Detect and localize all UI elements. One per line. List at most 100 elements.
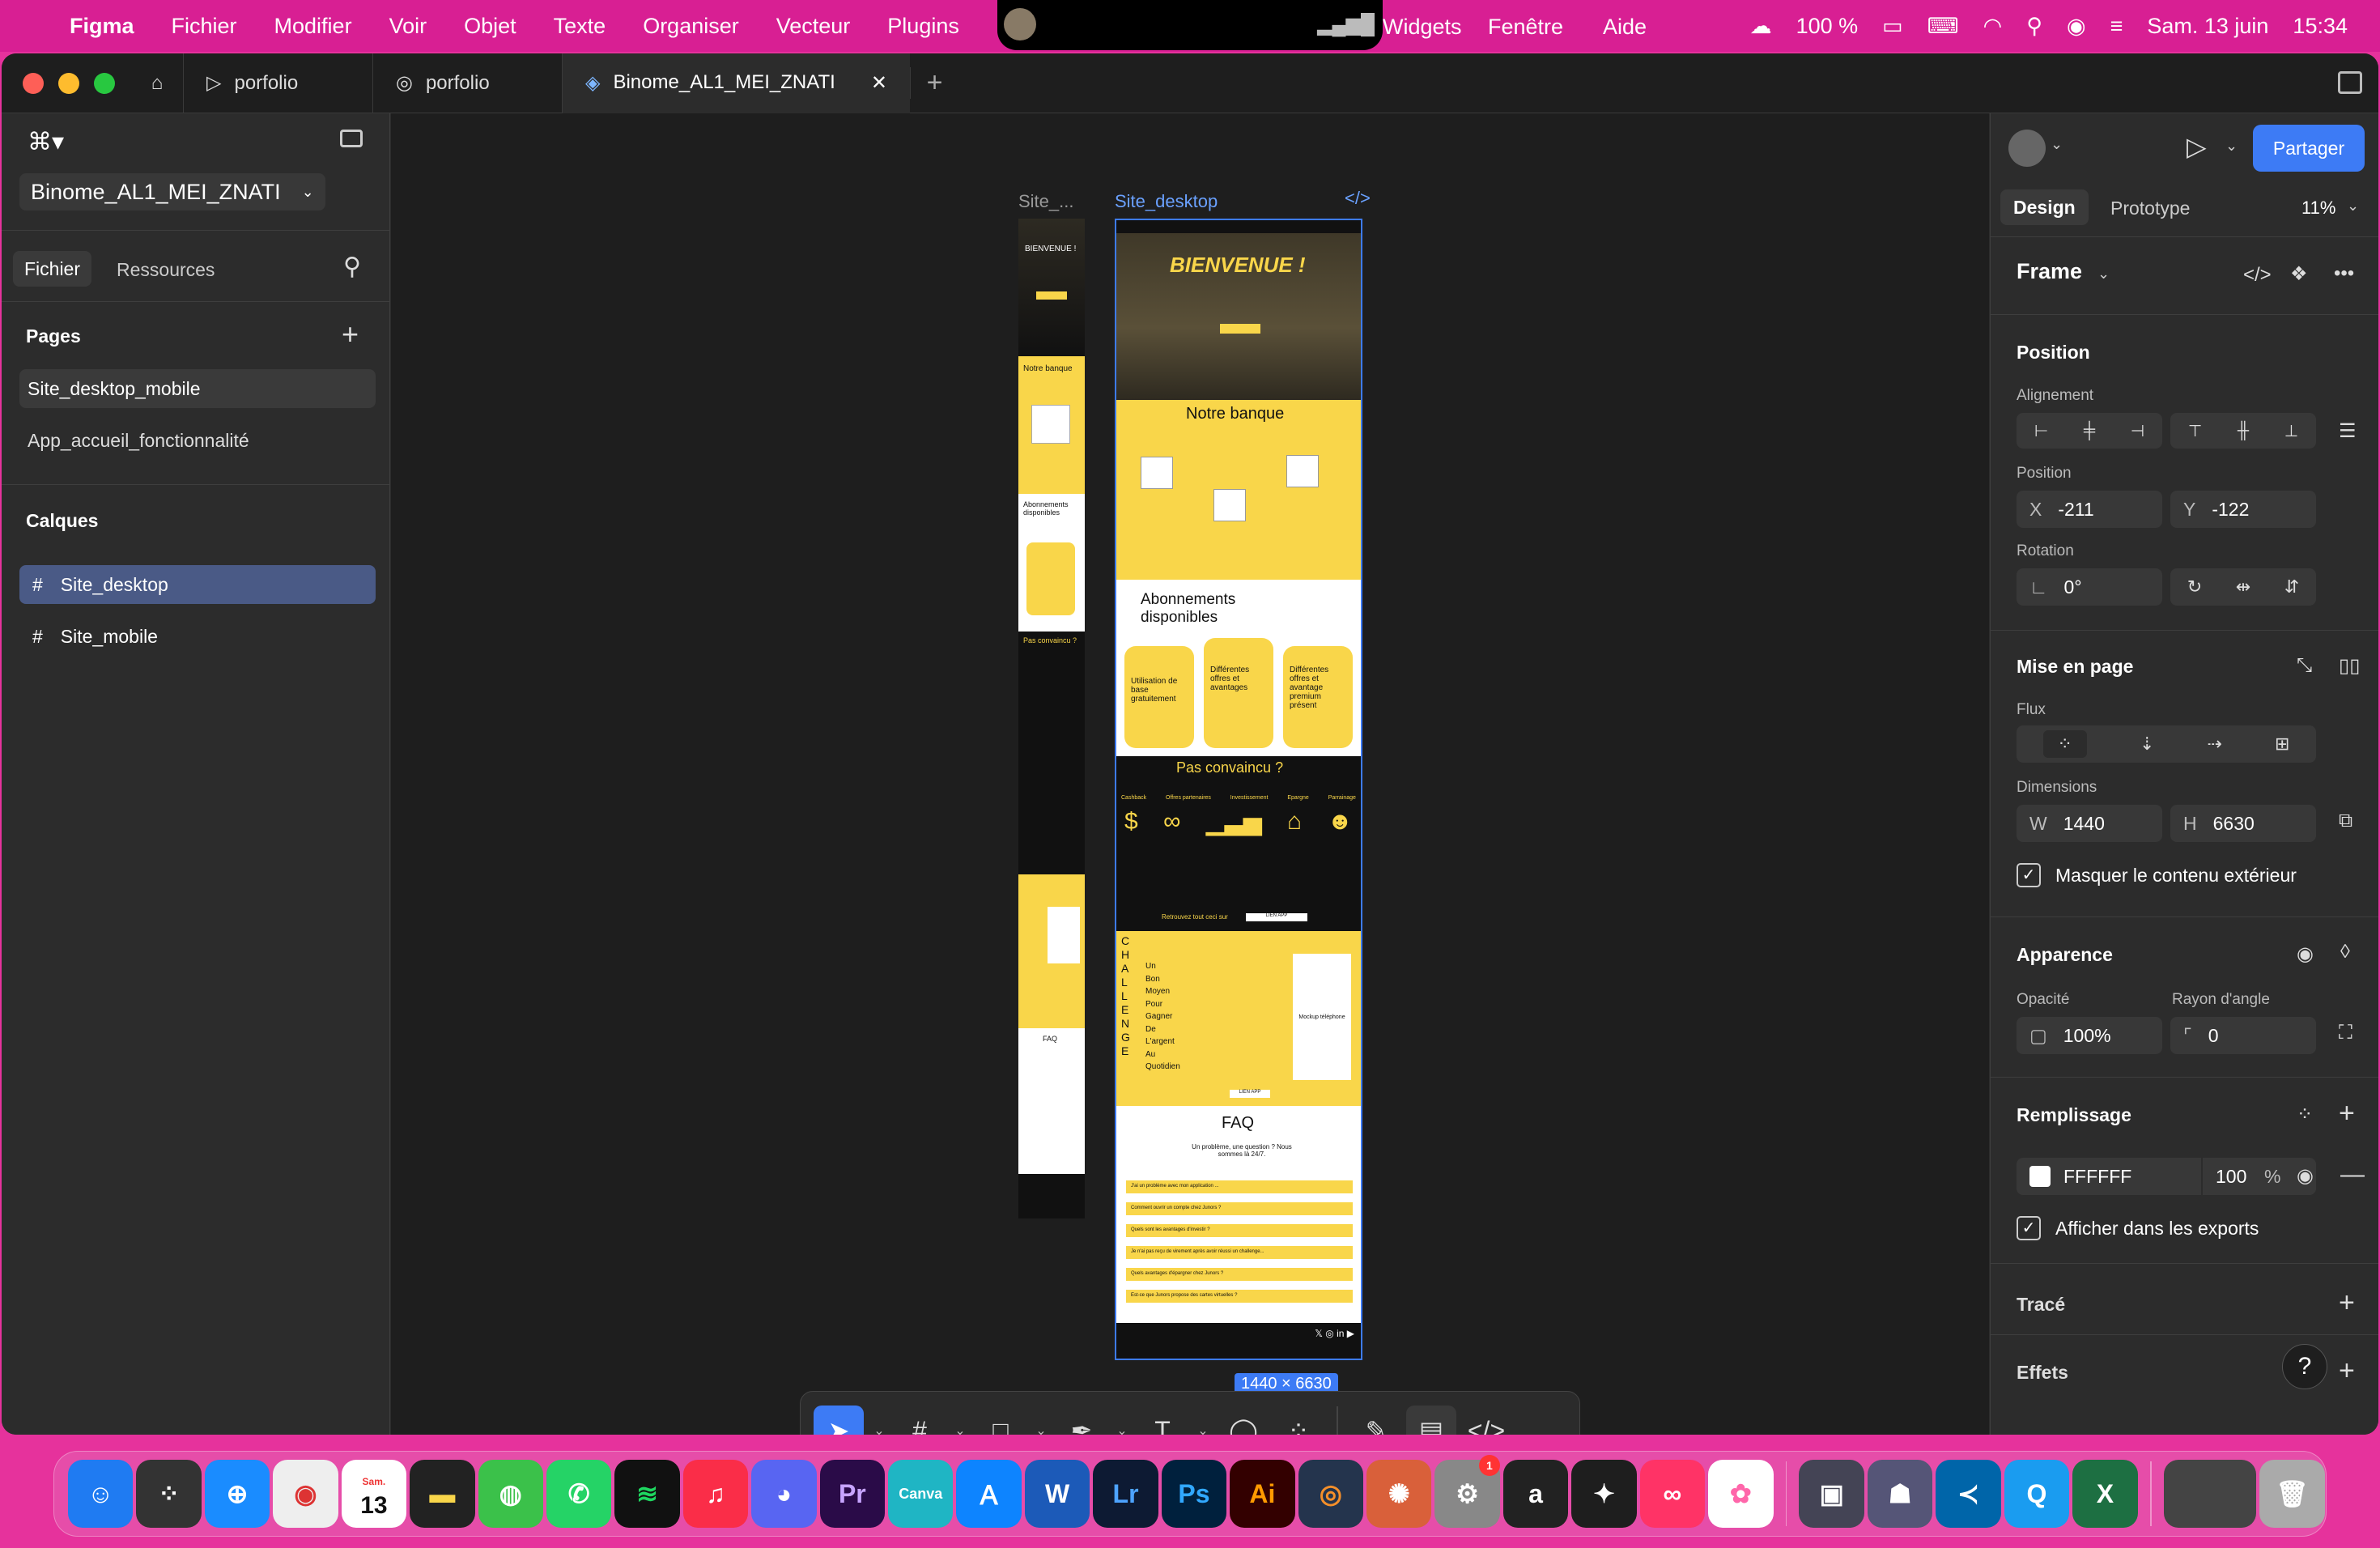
frame-site-desktop[interactable]: BIENVENUE ! Notre banque Abonnements dis…: [1115, 219, 1362, 1360]
figma-menu-icon[interactable]: ⌘▾: [28, 128, 64, 156]
share-button[interactable]: Partager: [2253, 125, 2365, 172]
text-tool-button[interactable]: T: [1137, 1406, 1188, 1435]
new-tab-button[interactable]: +: [910, 67, 958, 99]
canvas[interactable]: Site_... Site_desktop </> BIENVENUE ! No…: [391, 113, 1989, 1435]
tab-ressources[interactable]: Ressources: [117, 259, 215, 281]
menu-item-fichier[interactable]: Fichier: [172, 14, 237, 39]
page-item-site-desktop-mobile[interactable]: Site_desktop_mobile: [19, 369, 376, 408]
excel-icon[interactable]: X: [2072, 1460, 2138, 1528]
move-tool-button[interactable]: ➤: [814, 1406, 864, 1435]
y-position-field[interactable]: Y -122: [2170, 491, 2316, 528]
search-icon[interactable]: ⚲: [343, 253, 361, 281]
system-settings-icon[interactable]: ⚙ 1: [1434, 1455, 1500, 1528]
flow-horizontal-icon[interactable]: ⇢: [2208, 734, 2222, 755]
battery-icon[interactable]: ▭: [1882, 14, 1903, 39]
tab-porfolio-2[interactable]: ◎ porfolio: [372, 53, 562, 113]
minimize-window-button[interactable]: [58, 72, 79, 94]
add-stroke-icon[interactable]: +: [2339, 1287, 2355, 1319]
menu-item-vecteur[interactable]: Vecteur: [776, 14, 851, 39]
pen-tool-button[interactable]: ✒: [1056, 1406, 1107, 1435]
sidebar-toggle-icon[interactable]: [2338, 71, 2362, 94]
show-in-exports-checkbox[interactable]: ✓: [2017, 1216, 2041, 1240]
tableplus-icon[interactable]: ☗: [1867, 1460, 1933, 1528]
x-position-field[interactable]: X -211: [2017, 491, 2162, 528]
photos-icon[interactable]: ✿: [1708, 1460, 1774, 1528]
align-top-icon[interactable]: ⊤: [2188, 421, 2202, 441]
layer-item-site-mobile[interactable]: # Site_mobile: [19, 617, 376, 656]
frame-site-mobile[interactable]: BIENVENUE ! Notre banque Abonnements dis…: [1018, 219, 1085, 1218]
chevron-down-icon[interactable]: ⌄: [869, 1423, 890, 1435]
draw-mode-icon[interactable]: ✎: [1351, 1406, 1401, 1435]
vscode-icon[interactable]: ≺: [1936, 1460, 2001, 1528]
frame-label-desktop[interactable]: Site_desktop: [1115, 191, 1218, 212]
align-bottom-icon[interactable]: ⊥: [2284, 421, 2298, 441]
clip-content-checkbox[interactable]: ✓: [2017, 863, 2041, 887]
rotation-field[interactable]: ∟ 0°: [2017, 568, 2162, 606]
chevron-down-icon[interactable]: ⌄: [2051, 136, 2063, 153]
photoshop-icon[interactable]: Ps: [1161, 1460, 1227, 1528]
chevron-down-icon[interactable]: ⌄: [2347, 198, 2359, 215]
siri-icon[interactable]: ◉: [2067, 14, 2086, 39]
flow-grid-icon[interactable]: ⊞: [2275, 734, 2289, 755]
discord-icon[interactable]: ◕: [751, 1460, 817, 1528]
comment-tool-button[interactable]: ◯: [1218, 1406, 1269, 1435]
chevron-down-icon[interactable]: ⌄: [950, 1423, 971, 1435]
messages-icon[interactable]: ◍: [478, 1460, 543, 1528]
add-effect-icon[interactable]: +: [2339, 1355, 2355, 1387]
wifi-icon[interactable]: ◠: [1983, 14, 2003, 39]
notes-icon[interactable]: ▬: [410, 1460, 475, 1528]
align-middle-icon[interactable]: ╫: [2238, 422, 2249, 440]
add-fill-icon[interactable]: +: [2339, 1098, 2355, 1129]
fill-color-field[interactable]: FFFFFF 100 %: [2017, 1158, 2316, 1195]
chevron-down-icon[interactable]: ⌄: [2097, 266, 2110, 283]
close-tab-icon[interactable]: ✕: [871, 71, 887, 95]
spotlight-search-icon[interactable]: ⚲: [2026, 14, 2042, 39]
component-icon[interactable]: ❖: [2290, 262, 2308, 286]
flip-vertical-icon[interactable]: ⇵: [2284, 576, 2299, 598]
panel-toggle-icon[interactable]: [340, 130, 363, 147]
music-icon[interactable]: ♫: [682, 1460, 749, 1528]
zoom-dropdown[interactable]: 11%: [2301, 198, 2335, 219]
menu-time[interactable]: 15:34: [2293, 14, 2348, 39]
opacity-field[interactable]: ▢ 100%: [2017, 1017, 2162, 1054]
menu-item-modifier[interactable]: Modifier: [274, 14, 352, 39]
corner-radius-field[interactable]: ⌜ 0: [2170, 1017, 2316, 1054]
lightroom-icon[interactable]: Lr: [1093, 1460, 1158, 1528]
constrain-proportions-icon[interactable]: ⧉: [2339, 810, 2352, 832]
menu-item-objet[interactable]: Objet: [464, 14, 516, 39]
claude-icon[interactable]: ✺: [1366, 1460, 1432, 1528]
fill-color-swatch[interactable]: [2029, 1166, 2051, 1187]
rectangle-tool-button[interactable]: □: [975, 1406, 1026, 1435]
quicktime-icon[interactable]: Q: [2004, 1460, 2070, 1528]
user-avatar[interactable]: [2008, 130, 2046, 167]
launchpad-icon[interactable]: ⁘: [136, 1460, 202, 1528]
dev-mode-icon[interactable]: </>: [1345, 188, 1371, 209]
chevron-down-icon[interactable]: ⌄: [1111, 1423, 1133, 1435]
whatsapp-icon[interactable]: ✆: [546, 1460, 612, 1528]
flip-horizontal-icon[interactable]: ⇹: [2236, 576, 2250, 598]
page-item-app-accueil[interactable]: App_accueil_fonctionnalité: [19, 421, 376, 460]
amazon-icon[interactable]: a: [1502, 1460, 1569, 1528]
app-store-icon[interactable]: Ａ: [956, 1460, 1022, 1528]
fill-visibility-eye-icon[interactable]: ◉: [2297, 1164, 2314, 1188]
chevron-down-icon[interactable]: ⌄: [2225, 138, 2238, 155]
blend-drop-icon[interactable]: ◊: [2340, 941, 2350, 963]
menu-item-voir[interactable]: Voir: [389, 14, 427, 39]
tab-fichier[interactable]: Fichier: [13, 251, 92, 287]
word-icon[interactable]: W: [1024, 1460, 1090, 1528]
recent-window-thumbnail[interactable]: [2163, 1460, 2257, 1528]
illustrator-icon[interactable]: Ai: [1230, 1460, 1295, 1528]
zoom-window-button[interactable]: [94, 72, 115, 94]
trash-icon[interactable]: 🗑: [2259, 1460, 2325, 1528]
spotify-icon[interactable]: ≋: [614, 1460, 680, 1528]
creative-cloud-dock-icon[interactable]: ∞: [1639, 1460, 1706, 1528]
creative-cloud-icon[interactable]: ☁: [1750, 14, 1772, 39]
independent-corners-icon[interactable]: ⛶: [2339, 1022, 2352, 1044]
menu-item-widgets[interactable]: Widgets: [1383, 15, 1462, 40]
tab-active-file[interactable]: ◈ Binome_AL1_MEI_ZNATI ✕: [562, 53, 910, 113]
layer-item-site-desktop[interactable]: # Site_desktop: [19, 565, 376, 604]
present-play-icon[interactable]: ▷: [2187, 131, 2207, 162]
height-field[interactable]: H 6630: [2170, 805, 2316, 842]
frame-label-mobile[interactable]: Site_...: [1018, 191, 1073, 212]
menu-item-aide[interactable]: Aide: [1603, 15, 1647, 40]
